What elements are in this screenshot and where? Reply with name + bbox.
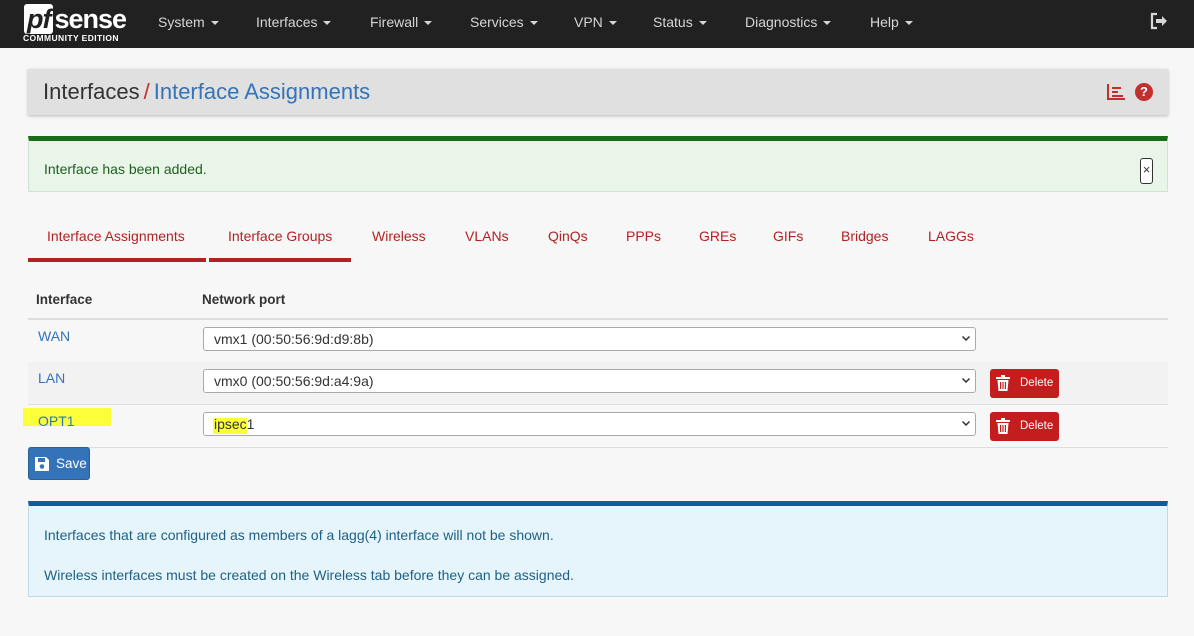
chevron-down-icon <box>962 336 970 341</box>
status-chart-icon[interactable] <box>1106 83 1126 101</box>
tab-gres[interactable]: GREs <box>699 228 736 244</box>
delete-button[interactable]: Delete <box>990 369 1059 398</box>
table-row: LAN vmx0 (00:50:56:9d:a4:9a) Delete <box>28 362 1168 405</box>
caret-down-icon <box>608 21 617 26</box>
nav-status[interactable]: Status <box>653 14 707 30</box>
network-port-value: vmx1 (00:50:56:9d:d9:8b) <box>214 331 374 347</box>
network-port-select[interactable]: vmx1 (00:50:56:9d:d9:8b) <box>203 327 976 351</box>
nav-diagnostics[interactable]: Diagnostics <box>745 14 832 30</box>
delete-button-label: Delete <box>1020 377 1054 389</box>
chevron-down-icon <box>962 378 970 383</box>
tab-bridges[interactable]: Bridges <box>841 228 888 244</box>
breadcrumb-current[interactable]: Interface Assignments <box>154 79 370 104</box>
top-navbar: pf sense COMMUNITY EDITION System Interfa… <box>0 0 1194 48</box>
logout-icon[interactable] <box>1149 12 1169 30</box>
breadcrumb: Interfaces / Interface Assignments <box>43 79 370 105</box>
tab-underline <box>209 258 351 262</box>
tab-laggs[interactable]: LAGGs <box>928 228 974 244</box>
info-alert-text: Interfaces that are configured as member… <box>44 527 554 543</box>
close-alert-button[interactable]: × <box>1140 158 1153 184</box>
network-port-select[interactable]: ipsec1 <box>203 412 976 436</box>
logo-edition: COMMUNITY EDITION <box>23 33 119 43</box>
caret-down-icon <box>424 21 433 26</box>
info-alert-text: Wireless interfaces must be created on t… <box>44 567 574 583</box>
help-icon[interactable]: ? <box>1135 83 1153 101</box>
interface-link-wan[interactable]: WAN <box>38 328 70 344</box>
save-icon <box>35 457 49 471</box>
delete-button-label: Delete <box>1020 420 1054 432</box>
network-port-select[interactable]: vmx0 (00:50:56:9d:a4:9a) <box>203 369 976 393</box>
nav-interfaces[interactable]: Interfaces <box>256 14 332 30</box>
nav-services[interactable]: Services <box>470 14 538 30</box>
caret-down-icon <box>823 21 832 26</box>
active-tab-underline <box>28 258 206 262</box>
success-alert-text: Interface has been added. <box>44 161 207 177</box>
tab-vlans[interactable]: VLANs <box>465 228 509 244</box>
info-alert: Interfaces that are configured as member… <box>28 501 1168 597</box>
caret-down-icon <box>210 21 219 26</box>
trash-icon <box>996 375 1010 391</box>
save-button-label: Save <box>56 456 87 471</box>
interface-link-lan[interactable]: LAN <box>38 370 65 386</box>
tab-interface-groups[interactable]: Interface Groups <box>228 228 332 244</box>
column-header-network-port: Network port <box>202 292 286 307</box>
table-row: OPT1 ipsec1 Delete <box>23 405 1168 448</box>
logo-wordmark: pf sense <box>24 4 127 34</box>
caret-down-icon <box>323 21 332 26</box>
tab-gifs[interactable]: GIFs <box>773 228 803 244</box>
nav-vpn[interactable]: VPN <box>574 14 617 30</box>
caret-down-icon <box>904 21 913 26</box>
interface-link-opt1[interactable]: OPT1 <box>38 413 75 429</box>
breadcrumb-parent[interactable]: Interfaces <box>43 79 140 104</box>
chevron-down-icon <box>962 421 970 426</box>
column-header-interface: Interface <box>36 292 93 307</box>
network-port-value: ipsec1 <box>214 416 255 432</box>
page-header: Interfaces / Interface Assignments ? <box>28 69 1168 115</box>
save-button[interactable]: Save <box>28 447 90 480</box>
table-row: WAN vmx1 (00:50:56:9d:d9:8b) <box>28 320 1168 363</box>
breadcrumb-separator: / <box>143 79 150 104</box>
caret-down-icon <box>698 21 707 26</box>
success-alert: Interface has been added. × <box>28 136 1168 192</box>
tab-wireless[interactable]: Wireless <box>372 228 426 244</box>
pfsense-logo[interactable]: pf sense COMMUNITY EDITION <box>22 4 132 44</box>
nav-system[interactable]: System <box>158 14 219 30</box>
trash-icon <box>996 418 1010 434</box>
network-port-value: vmx0 (00:50:56:9d:a4:9a) <box>214 373 374 389</box>
caret-down-icon <box>529 21 538 26</box>
nav-help[interactable]: Help <box>870 14 913 30</box>
tab-interface-assignments[interactable]: Interface Assignments <box>47 228 185 244</box>
tab-qinqs[interactable]: QinQs <box>548 228 588 244</box>
tab-ppps[interactable]: PPPs <box>626 228 661 244</box>
nav-firewall[interactable]: Firewall <box>370 14 433 30</box>
delete-button[interactable]: Delete <box>990 412 1059 441</box>
